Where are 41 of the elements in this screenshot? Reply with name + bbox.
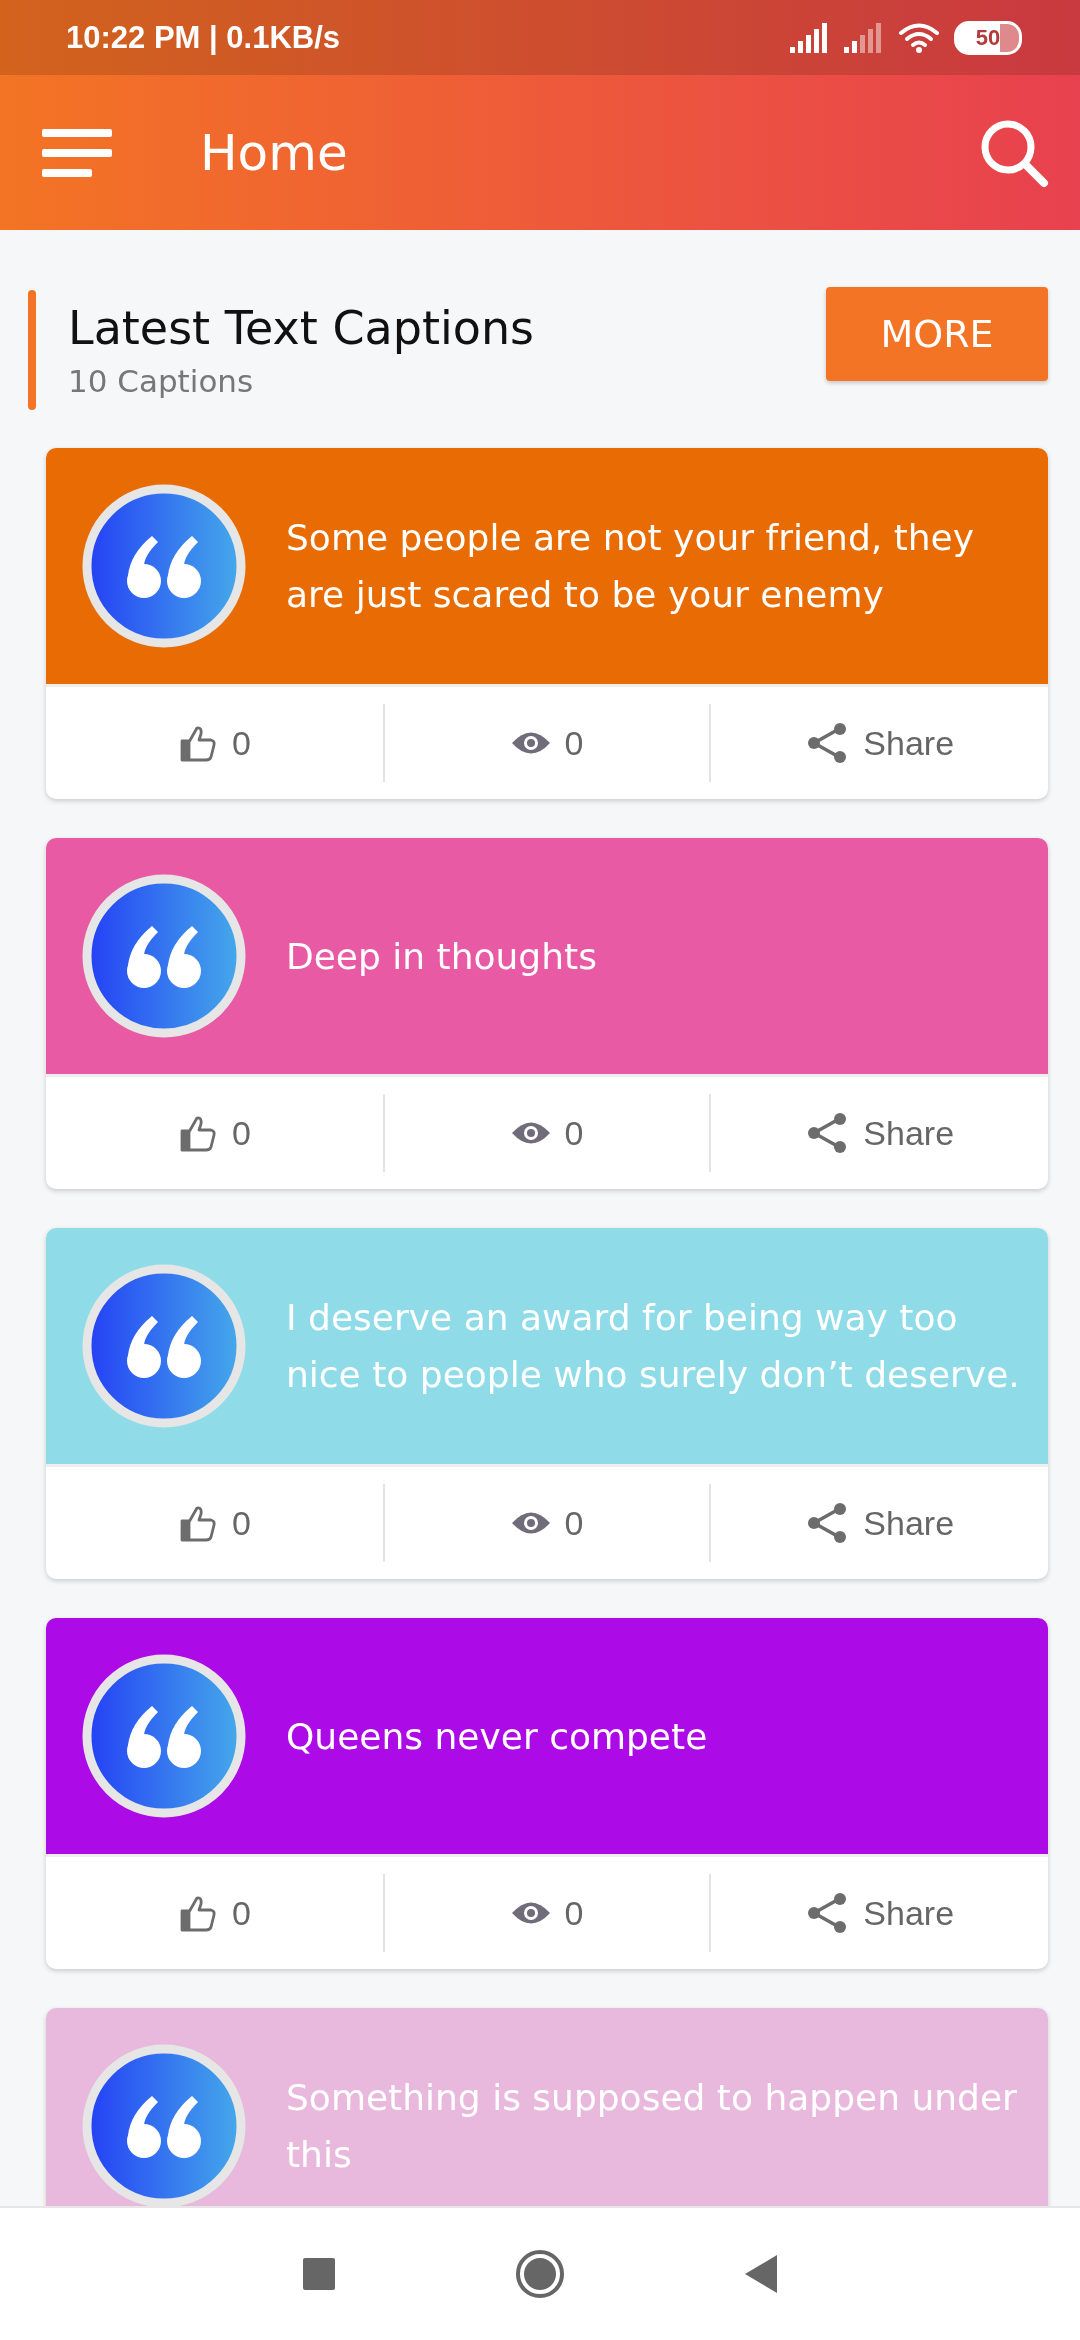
caption-text: I deserve an award for being way too nice to people who surely don’t deserve. (286, 1296, 1021, 1397)
quote-icon (82, 1654, 246, 1818)
menu-icon (42, 128, 112, 177)
quote-icon (82, 484, 246, 648)
like-count: 0 (231, 723, 251, 763)
like-button[interactable]: 0 (46, 1077, 383, 1189)
signal-icon (790, 22, 830, 53)
home-button[interactable] (515, 2249, 565, 2299)
like-count: 0 (231, 1113, 251, 1153)
menu-button[interactable] (42, 128, 112, 177)
caption-text: Queens never compete (286, 1714, 709, 1759)
view-count: 0 (564, 1113, 584, 1153)
view-count: 0 (564, 723, 584, 763)
signal-icon (844, 22, 884, 53)
quote-icon (82, 874, 246, 1038)
eye-icon (510, 730, 551, 756)
view-count: 0 (564, 1893, 584, 1933)
caption-text: Some people are not your friend, they are just scared to be your enemy (286, 516, 976, 617)
share-button[interactable]: Share (711, 1467, 1048, 1579)
share-button[interactable]: Share (711, 1857, 1048, 1969)
app-title: Home (200, 123, 349, 182)
share-button[interactable]: Share (711, 1077, 1048, 1189)
back-button[interactable] (745, 2255, 777, 2293)
like-count: 0 (231, 1503, 251, 1543)
caption-text: Deep in thoughts (286, 934, 598, 979)
quote-icon (82, 1264, 246, 1428)
caption-count: 10 Captions (68, 363, 255, 399)
like-button[interactable]: 0 (46, 1467, 383, 1579)
like-button[interactable]: 0 (46, 1857, 383, 1969)
section-title: Latest Text Captions (68, 301, 536, 355)
view-count: 0 (564, 1503, 584, 1543)
status-time: 10:22 PM | 0.1KB/s (66, 19, 341, 56)
eye-icon (510, 1900, 551, 1926)
like-button[interactable]: 0 (46, 687, 383, 799)
battery-level: 50 (975, 24, 1001, 51)
share-button[interactable]: Share (711, 687, 1048, 799)
wifi-icon (898, 21, 940, 54)
eye-icon (510, 1120, 551, 1146)
eye-icon (510, 1510, 551, 1536)
caption-text: Something is supposed to happen under this (286, 2076, 1018, 2177)
like-count: 0 (231, 1893, 251, 1933)
